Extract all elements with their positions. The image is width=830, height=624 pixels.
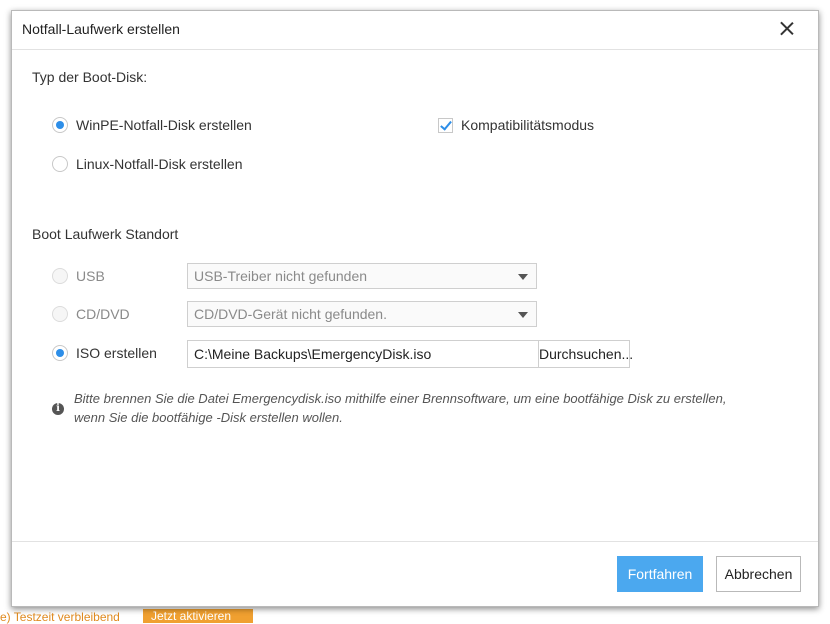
info-text: Bitte brennen Sie die Datei Emergencydis…	[74, 389, 804, 427]
radio-button-iso[interactable]	[52, 345, 68, 361]
dialog-title: Notfall-Laufwerk erstellen	[22, 21, 180, 37]
iso-path-input[interactable]: C:\Meine Backups\EmergencyDisk.iso	[187, 340, 540, 368]
info-text-line-1: Bitte brennen Sie die Datei Emergencydis…	[74, 391, 727, 406]
radio-cddvd-label: CD/DVD	[76, 306, 130, 322]
radio-button-winpe[interactable]	[52, 117, 68, 133]
background-app-strip	[0, 606, 830, 620]
cddvd-device-select: CD/DVD-Gerät nicht gefunden.	[187, 301, 537, 327]
radio-linux[interactable]: Linux-Notfall-Disk erstellen	[52, 156, 243, 172]
dialog-titlebar: Notfall-Laufwerk erstellen	[12, 11, 818, 49]
radio-iso-label: ISO erstellen	[76, 345, 157, 361]
radio-winpe-label: WinPE-Notfall-Disk erstellen	[76, 117, 252, 133]
cancel-button[interactable]: Abbrechen	[716, 556, 801, 592]
radio-button-cddvd	[52, 306, 68, 322]
close-icon[interactable]	[778, 20, 796, 38]
cddvd-select-value: CD/DVD-Gerät nicht gefunden.	[194, 306, 387, 322]
radio-usb: USB	[52, 268, 105, 284]
activate-now-button[interactable]: Jetzt aktivieren	[143, 609, 253, 623]
radio-iso[interactable]: ISO erstellen	[52, 345, 157, 361]
compat-mode-label: Kompatibilitätsmodus	[461, 117, 595, 133]
radio-usb-label: USB	[76, 268, 105, 284]
radio-winpe[interactable]: WinPE-Notfall-Disk erstellen	[52, 117, 252, 133]
footer-divider	[12, 541, 818, 542]
chevron-down-icon	[518, 274, 528, 280]
location-heading: Boot Laufwerk Standort	[32, 226, 179, 242]
usb-device-select: USB-Treiber nicht gefunden	[187, 263, 537, 289]
radio-button-linux[interactable]	[52, 156, 68, 172]
title-divider	[12, 49, 818, 50]
rescue-drive-dialog: Notfall-Laufwerk erstellen Typ der Boot-…	[11, 10, 819, 607]
radio-linux-label: Linux-Notfall-Disk erstellen	[76, 156, 243, 172]
chevron-down-icon	[518, 312, 528, 318]
browse-button[interactable]: Durchsuchen...	[538, 340, 633, 368]
info-icon: i	[52, 403, 64, 415]
radio-button-usb	[52, 268, 68, 284]
compat-mode-checkbox-row[interactable]: Kompatibilitätsmodus	[438, 117, 594, 133]
radio-cddvd: CD/DVD	[52, 306, 130, 322]
usb-select-value: USB-Treiber nicht gefunden	[194, 268, 368, 284]
boot-type-heading: Typ der Boot-Disk:	[32, 69, 148, 85]
compat-mode-checkbox[interactable]	[438, 117, 453, 133]
info-text-line-2: wenn Sie die bootfähige -Disk erstellen …	[74, 410, 343, 425]
trial-status-text: e) Testzeit verbleibend	[0, 610, 120, 624]
continue-button[interactable]: Fortfahren	[617, 556, 703, 592]
